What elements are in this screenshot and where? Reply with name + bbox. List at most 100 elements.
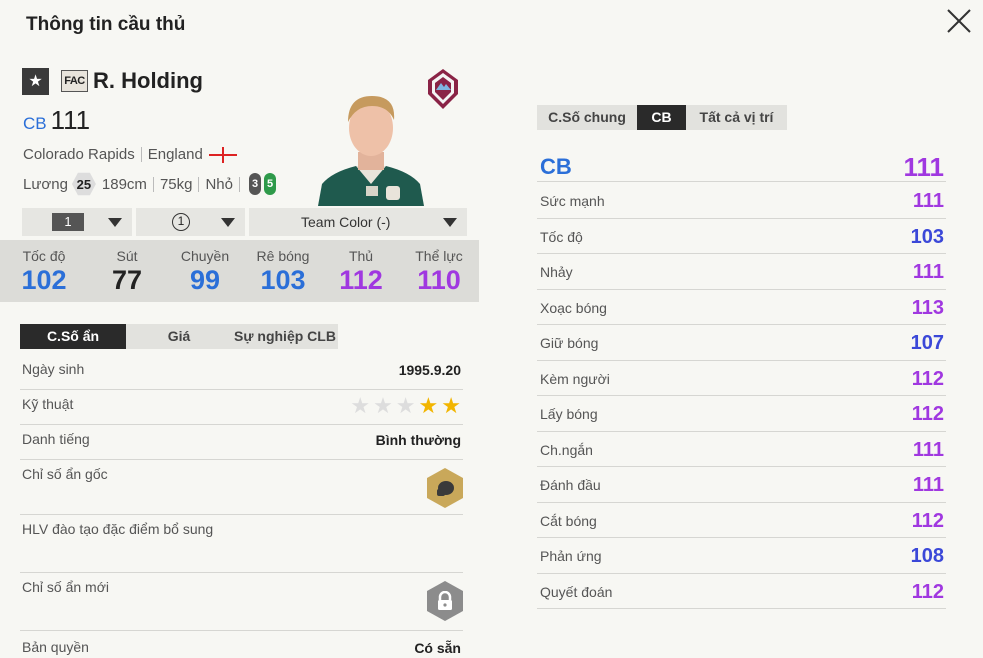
skill-stars: ★ ★ ★ ★ ★ bbox=[350, 393, 461, 419]
club-name: Colorado Rapids bbox=[23, 146, 135, 163]
info-row-license: Bản quyền Có sẵn bbox=[20, 631, 463, 658]
attribute-label: Cắt bóng bbox=[540, 512, 597, 529]
player-club-nation: Colorado Rapids England bbox=[23, 146, 237, 163]
info-row-reputation: Danh tiếng Bình thường bbox=[20, 425, 463, 460]
divider bbox=[152, 176, 154, 192]
summary-stat: Tốc độ 102 bbox=[0, 240, 88, 302]
weak-foot-left: 3 bbox=[249, 173, 261, 195]
attribute-list: Sức mạnh 111 Tốc độ 103 Nhảy 111 Xoạc bóng 113 G… bbox=[537, 183, 946, 609]
tab-club-career[interactable]: Sự nghiệp CLB bbox=[232, 324, 338, 349]
player-name: R. Holding bbox=[93, 68, 203, 93]
attribute-label: Kèm người bbox=[540, 370, 610, 387]
player-height: 189cm bbox=[101, 175, 147, 193]
reputation-value: Bình thường bbox=[375, 432, 461, 448]
summary-stat-value: 77 bbox=[111, 265, 143, 295]
birth-label: Ngày sinh bbox=[22, 361, 85, 377]
info-row-skill: Kỹ thuật ★ ★ ★ ★ ★ bbox=[20, 390, 463, 425]
star-empty-icon: ★ bbox=[350, 393, 371, 418]
summary-stat-label: Tốc độ bbox=[22, 248, 66, 264]
attribute-value: 111 bbox=[912, 190, 944, 212]
player-rating: CB 111 bbox=[23, 105, 90, 136]
star-filled-icon: ★ bbox=[418, 393, 439, 418]
attribute-value: 112 bbox=[911, 367, 944, 390]
skill-label: Kỹ thuật bbox=[22, 396, 74, 412]
traits-label: Chỉ số ẩn gốc bbox=[22, 466, 108, 482]
attribute-row: Ch.ngắn 111 bbox=[537, 432, 946, 467]
tab-cb[interactable]: CB bbox=[637, 105, 686, 130]
chevron-down-icon bbox=[221, 218, 235, 227]
info-row-traits: Chỉ số ẩn gốc bbox=[20, 460, 463, 515]
position-rating-label: CB bbox=[540, 154, 572, 179]
attribute-value: 112 bbox=[911, 403, 944, 425]
divider bbox=[239, 176, 240, 192]
locked-trait-slot[interactable] bbox=[427, 581, 463, 621]
weak-foot-right: 5 bbox=[264, 173, 276, 195]
attribute-value: 112 bbox=[911, 580, 944, 603]
attribute-label: Tốc độ bbox=[540, 228, 583, 245]
team-color-value: Team Color (-) bbox=[301, 214, 391, 230]
attribute-label: Giữ bóng bbox=[540, 335, 599, 351]
summary-stat-value: 102 bbox=[21, 265, 67, 295]
info-row-birth: Ngày sinh 1995.9.20 bbox=[20, 355, 463, 390]
chevron-down-icon bbox=[108, 218, 122, 227]
season-badge: FAC bbox=[61, 70, 88, 92]
attribute-row: Sức mạnh 111 bbox=[537, 183, 946, 219]
attribute-label: Sức mạnh bbox=[540, 193, 605, 209]
tab-hidden-stats[interactable]: C.Số ẩn bbox=[20, 324, 126, 349]
attribute-value: 112 bbox=[911, 509, 944, 532]
license-value: Có sẵn bbox=[414, 640, 461, 656]
attribute-label: Quyết đoán bbox=[540, 583, 613, 600]
player-position: CB bbox=[23, 114, 47, 133]
reputation-label: Danh tiếng bbox=[22, 431, 90, 447]
player-weight: 75kg bbox=[159, 175, 193, 193]
attribute-row: Xoạc bóng 113 bbox=[537, 290, 946, 325]
position-rating-row: CB 111 bbox=[537, 149, 946, 182]
grade-select[interactable]: 1 bbox=[136, 208, 245, 236]
license-label: Bản quyền bbox=[22, 639, 89, 655]
summary-stat: Thể lực 110 bbox=[400, 240, 478, 302]
card-options: 1 1 Team Color (-) bbox=[22, 208, 467, 236]
fist-icon bbox=[437, 481, 454, 496]
summary-stat-value: 103 bbox=[260, 265, 306, 295]
close-icon[interactable] bbox=[944, 6, 974, 36]
star-filled-icon: ★ bbox=[441, 393, 461, 418]
salary-badge: 25 bbox=[71, 172, 96, 196]
info-row-coach: HLV đào tạo đặc điểm bổ sung bbox=[20, 515, 463, 573]
divider bbox=[198, 176, 200, 192]
divider bbox=[140, 147, 142, 162]
star-empty-icon: ★ bbox=[395, 393, 416, 418]
attribute-label: Nhảy bbox=[540, 264, 573, 280]
summary-stat: Rê bóng 103 bbox=[244, 240, 322, 302]
club-crest-icon bbox=[428, 69, 458, 109]
attribute-value: 111 bbox=[912, 261, 944, 283]
star-empty-icon: ★ bbox=[373, 393, 393, 418]
attribute-row: Cắt bóng 112 bbox=[537, 503, 946, 538]
attribute-label: Phản ứng bbox=[540, 548, 602, 564]
grade-value: 1 bbox=[172, 213, 190, 231]
summary-stat-label: Rê bóng bbox=[256, 248, 310, 264]
stat-view-tabs: C.Số chung CB Tất cả vị trí bbox=[537, 105, 787, 130]
tab-general-stats[interactable]: C.Số chung bbox=[537, 105, 637, 130]
new-traits-label: Chỉ số ẩn mới bbox=[22, 579, 109, 595]
summary-stat: Thủ 112 bbox=[322, 240, 400, 302]
player-overall: 111 bbox=[50, 105, 91, 135]
tab-price[interactable]: Giá bbox=[126, 324, 232, 349]
attribute-row: Tốc độ 103 bbox=[537, 219, 946, 254]
info-row-new-traits: Chỉ số ẩn mới bbox=[20, 573, 463, 631]
attribute-label: Lấy bóng bbox=[540, 406, 598, 422]
tab-all-positions[interactable]: Tất cả vị trí bbox=[686, 105, 787, 130]
summary-stat-label: Thủ bbox=[348, 248, 374, 264]
summary-stat-value: 99 bbox=[189, 265, 221, 295]
attribute-row: Lấy bóng 112 bbox=[537, 396, 946, 432]
player-portrait bbox=[318, 96, 424, 206]
team-color-select[interactable]: Team Color (-) bbox=[249, 208, 467, 236]
attribute-value: 111 bbox=[912, 474, 944, 496]
attribute-value: 108 bbox=[910, 545, 944, 567]
summary-stat-value: 110 bbox=[417, 265, 461, 295]
favorite-star-icon[interactable]: ★ bbox=[22, 68, 49, 95]
info-table: Ngày sinh 1995.9.20 Kỹ thuật ★ ★ ★ ★ ★ Danh … bbox=[20, 355, 463, 658]
level-select[interactable]: 1 bbox=[22, 208, 132, 236]
trait-fist-icon[interactable] bbox=[427, 468, 463, 508]
attribute-label: Đánh đầu bbox=[540, 477, 601, 493]
chevron-down-icon bbox=[443, 218, 457, 227]
